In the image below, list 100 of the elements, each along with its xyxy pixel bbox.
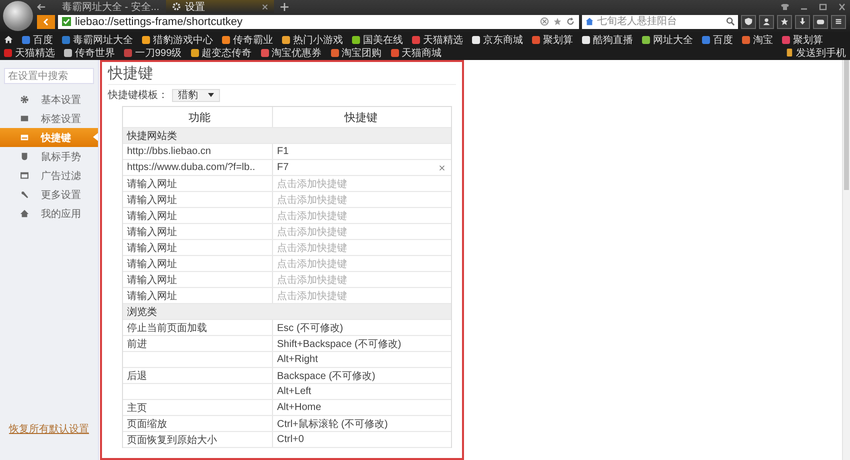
search-engine-icon[interactable] <box>585 17 594 26</box>
gear-icon <box>20 95 29 104</box>
search-field[interactable]: 七旬老人悬挂阳台 <box>582 14 738 28</box>
caret-icon <box>208 93 214 97</box>
table-cell-text: Ctrl+0 <box>277 434 305 445</box>
new-tab-icon[interactable] <box>280 2 289 10</box>
bookmark[interactable]: 淘宝团购 <box>330 46 382 59</box>
table-cell-text: Backspace (不可修改) <box>277 370 376 382</box>
bookmark[interactable]: 淘宝优惠券 <box>260 46 322 59</box>
window-icon <box>20 171 29 180</box>
template-label: 快捷键模板： <box>108 88 168 102</box>
star-toolbar-button[interactable] <box>777 14 792 28</box>
sidebar-item[interactable]: 基本设置 <box>0 90 98 109</box>
table-cell-text: Alt+Left <box>277 386 312 397</box>
sidebar-item[interactable]: 鼠标手势 <box>0 147 98 166</box>
star-icon <box>780 17 789 26</box>
secure-check-icon <box>62 17 71 26</box>
bookmark[interactable]: 聚划算 <box>782 33 823 46</box>
table-cell: http://bbs.liebao.cn <box>127 146 211 157</box>
table-cell-text: F7 <box>277 162 290 173</box>
home-icon[interactable] <box>4 35 13 44</box>
sidebar-item[interactable]: 我的应用 <box>0 204 98 223</box>
shield-toolbar-button[interactable] <box>741 14 756 28</box>
menu-icon <box>834 17 843 26</box>
skin-icon[interactable] <box>780 2 790 10</box>
menu-toolbar-button[interactable] <box>831 14 846 28</box>
bookmark[interactable]: 超变态传奇 <box>190 46 252 59</box>
table-cell-text: 请输入网址 <box>127 258 177 270</box>
bookmark[interactable]: 聚划算 <box>532 33 573 46</box>
bookmark[interactable]: 百度 <box>702 33 733 46</box>
table-cell-text: 请输入网址 <box>127 242 177 254</box>
bookmark[interactable]: 国美在线 <box>352 33 403 46</box>
sidebar-item[interactable]: 更多设置 <box>0 185 98 204</box>
sidebar-item[interactable]: 广告过滤 <box>0 166 98 185</box>
table-cell-text: 停止当前页面加载 <box>127 322 207 334</box>
browser-tab[interactable]: 设置 <box>166 0 274 13</box>
bookmark[interactable]: 猎豹游戏中心 <box>142 33 213 46</box>
home-icon <box>20 209 29 218</box>
bookmark[interactable]: 京东商城 <box>472 33 523 46</box>
category-row: 浏览类 <box>123 304 451 320</box>
table-cell-text: 请输入网址 <box>127 226 177 238</box>
bookmark[interactable]: 一刀999级 <box>124 46 182 59</box>
phone-icon <box>786 48 793 57</box>
refresh-icon[interactable] <box>566 17 575 26</box>
close-icon[interactable] <box>262 4 268 10</box>
compat-mode-icon[interactable] <box>540 17 549 26</box>
gear-icon <box>172 2 181 11</box>
bookmark[interactable]: 淘宝 <box>742 33 773 46</box>
user-toolbar-button[interactable] <box>759 14 774 28</box>
browser-tab[interactable]: 毒霸网址大全 - 安全... <box>52 0 160 13</box>
bookmark[interactable]: 传奇霸业 <box>222 33 273 46</box>
column-header: 快捷键 <box>343 110 378 126</box>
table-cell-text: Shift+Backspace (不可修改) <box>277 338 402 350</box>
table-cell-text: 页面恢复到原始大小 <box>127 434 217 446</box>
favorite-star-icon[interactable] <box>553 17 562 26</box>
logo-icon[interactable] <box>3 1 33 31</box>
bookmark[interactable]: 网址大全 <box>642 33 693 46</box>
user-icon <box>762 17 771 26</box>
tab-icon <box>20 114 29 123</box>
scrollbar[interactable] <box>842 60 850 460</box>
table-cell-text: 请输入网址 <box>127 274 177 286</box>
table-cell-text: 请输入网址 <box>127 210 177 222</box>
template-dropdown[interactable]: 猎豹 <box>172 88 220 102</box>
table-cell-text: 前进 <box>127 338 147 350</box>
address-field[interactable]: liebao://settings-frame/shortcutkey <box>58 14 579 28</box>
back-button[interactable] <box>37 14 55 28</box>
sidebar-item[interactable]: 标签设置 <box>0 109 98 128</box>
settings-search-field[interactable]: 在设置中搜索 <box>4 68 94 84</box>
bookmark[interactable]: 传奇世界 <box>64 46 115 59</box>
shield-icon <box>744 17 753 26</box>
table-cell-text: 页面缩放 <box>127 418 167 430</box>
bookmark[interactable]: 天猫商城 <box>390 46 442 59</box>
download-icon <box>798 17 807 26</box>
download-toolbar-button[interactable] <box>795 14 810 28</box>
page-title: 快捷键 <box>108 64 456 85</box>
chevron-left-icon <box>43 18 49 26</box>
table-cell-text: 请输入网址 <box>127 178 177 190</box>
table-cell-text: 主页 <box>127 402 147 414</box>
game-toolbar-button[interactable] <box>813 14 828 28</box>
clear-icon[interactable] <box>439 164 445 170</box>
bookmark[interactable]: 毒霸网址大全 <box>62 33 133 46</box>
close-icon[interactable] <box>837 2 847 10</box>
wrench-icon <box>20 190 29 199</box>
table-cell-text: 请输入网址 <box>127 290 177 302</box>
category-row: 快捷网站类 <box>123 128 451 144</box>
table-cell-text: F1 <box>277 146 290 157</box>
bookmark[interactable]: 热门小游戏 <box>282 33 343 46</box>
reset-defaults-link[interactable]: 恢复所有默认设置 <box>9 422 89 436</box>
bookmark[interactable]: 天猫精选 <box>412 33 463 46</box>
maximize-icon[interactable] <box>818 2 828 10</box>
send-to-phone-link[interactable]: 发送到手机 <box>786 46 846 59</box>
table-cell-text: 后退 <box>127 370 147 382</box>
bookmark[interactable]: 百度 <box>22 33 53 46</box>
table-cell-text: 请输入网址 <box>127 194 177 206</box>
back-arrow-icon[interactable] <box>37 2 46 10</box>
search-icon[interactable] <box>726 17 735 26</box>
column-header: 功能 <box>123 107 273 127</box>
bookmark[interactable]: 天猫精选 <box>4 46 55 59</box>
bookmark[interactable]: 酷狗直播 <box>582 33 633 46</box>
table-cell-text: Esc (不可修改) <box>277 322 344 334</box>
